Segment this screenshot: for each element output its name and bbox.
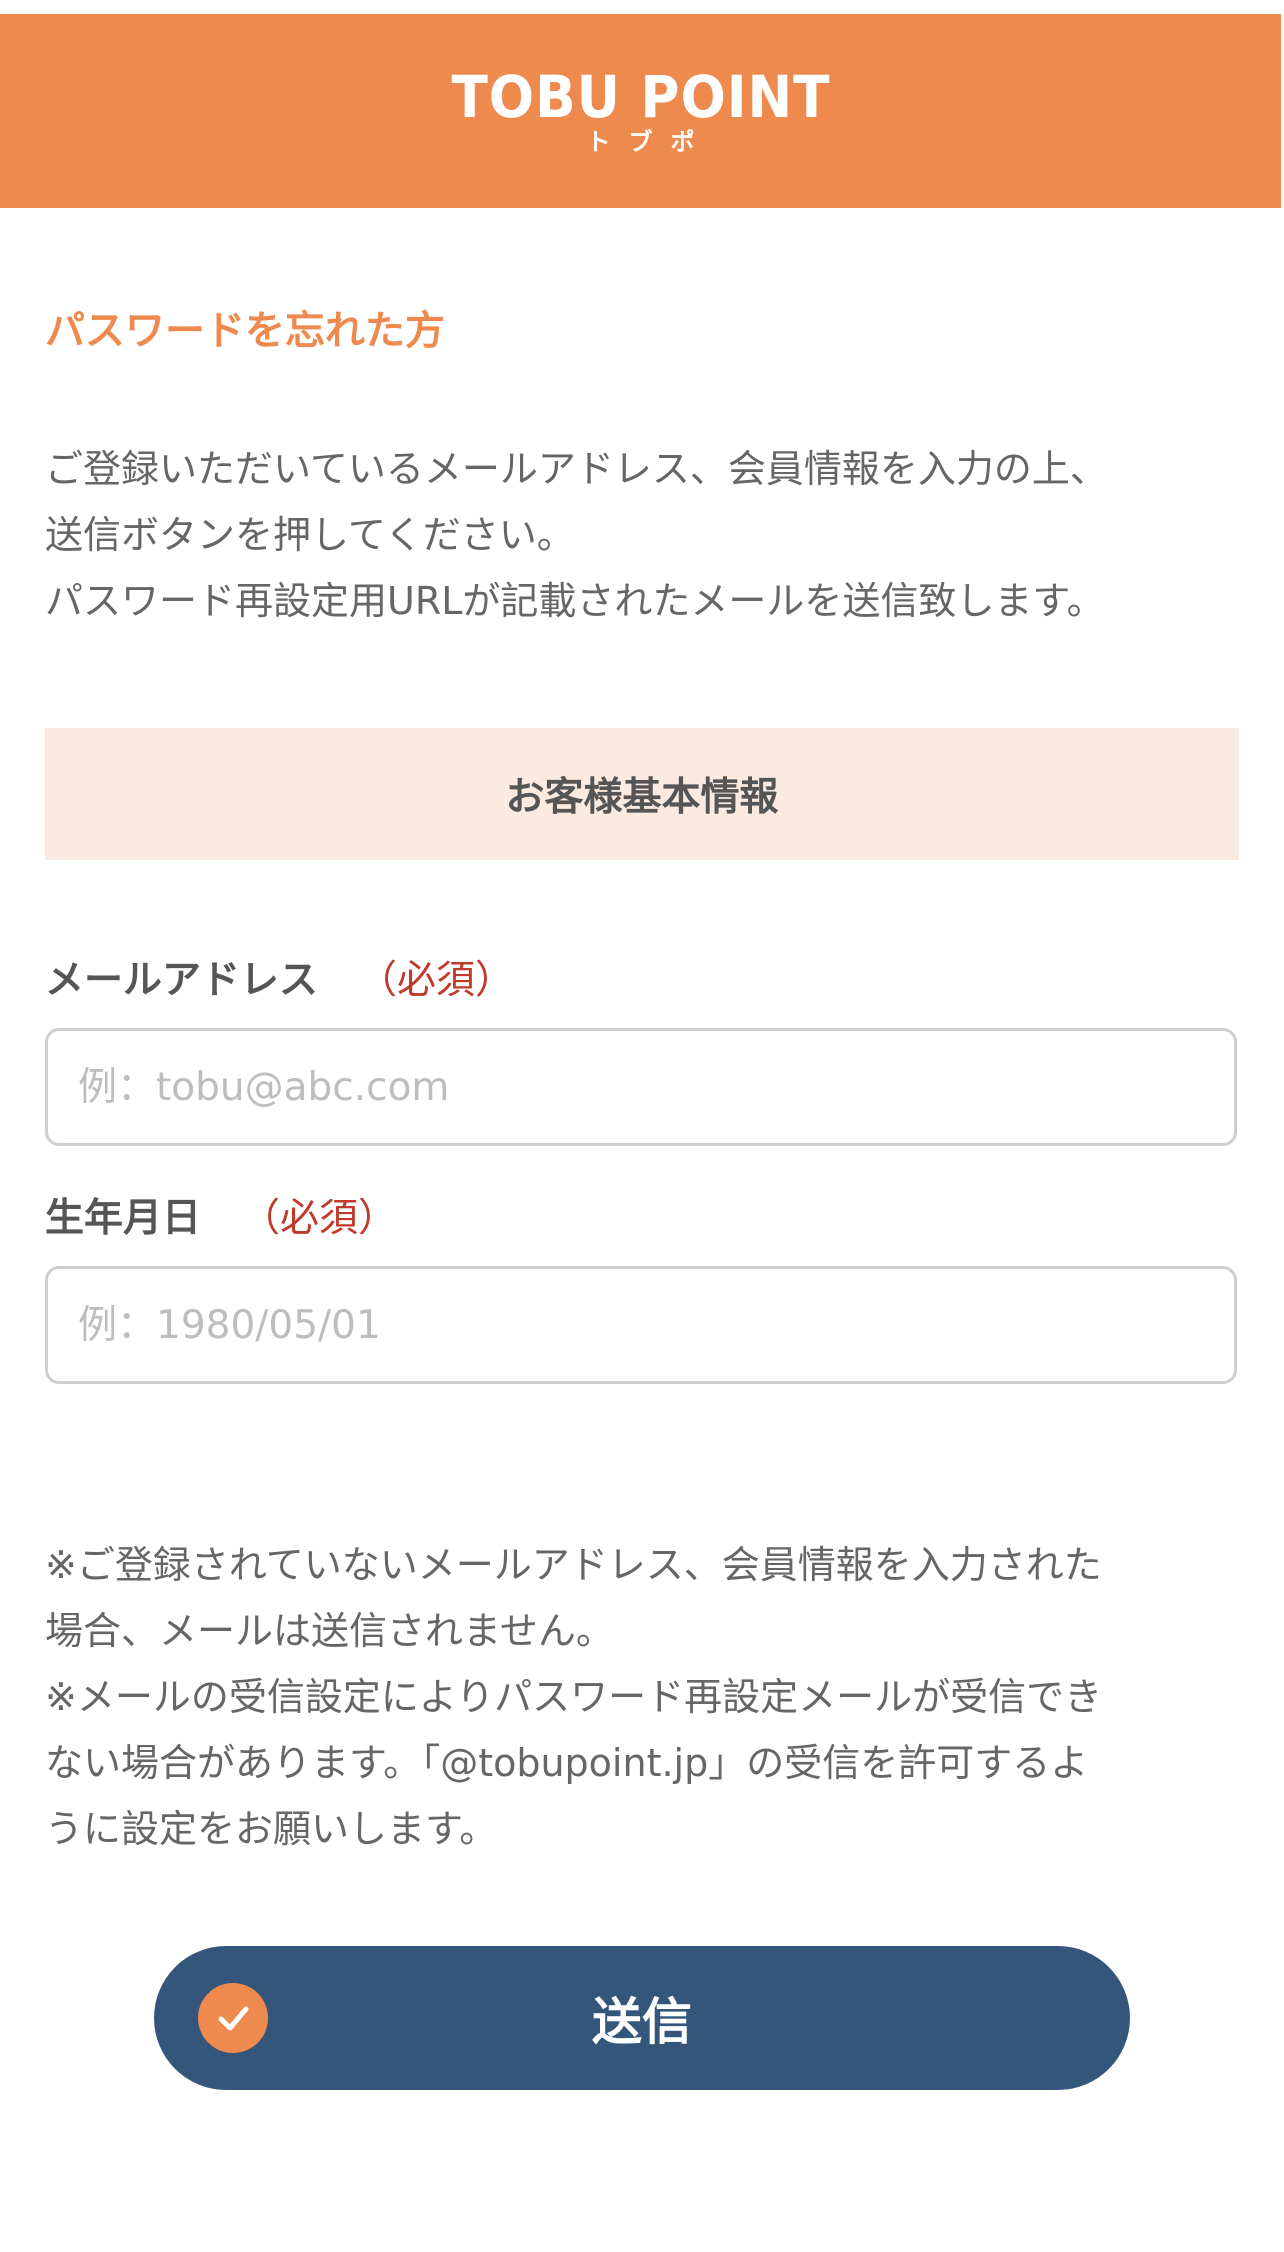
birthdate-label: 生年月日 （必須） (45, 1194, 1239, 1244)
email-input[interactable] (45, 1028, 1237, 1146)
note-line: 場合、メールは送信されません。 (45, 1609, 614, 1653)
tobu-point-logo[interactable]: TOBU POINT トブポ (435, 68, 847, 154)
note-line: ※ご登録されていないメールアドレス、会員情報を入力された (45, 1543, 1102, 1587)
note-line: ない場合があります。「@tobupoint.jp」の受信を許可するよ (45, 1741, 1089, 1785)
intro-line: パスワード再設定用URLが記載されたメールを送信致します。 (45, 579, 1105, 623)
top-gap (0, 0, 1284, 14)
submit-button[interactable]: 送信 (154, 1946, 1130, 2090)
app-header: TOBU POINT トブポ (0, 14, 1281, 208)
page-title: パスワードを忘れた方 (45, 308, 445, 354)
email-label: メールアドレス （必須） (45, 956, 1239, 1006)
section-header: お客様基本情報 (45, 728, 1239, 860)
submit-wrap: 送信 (45, 1946, 1239, 2090)
required-badge: （必須） (241, 1196, 398, 1241)
note-line: うに設定をお願いします。 (45, 1807, 498, 1851)
main-content: パスワードを忘れた方 ご登録いただいているメールアドレス、会員情報を入力の上、 … (0, 306, 1284, 2090)
intro-line: ご登録いただいているメールアドレス、会員情報を入力の上、 (45, 447, 1108, 491)
notes-text: ※ご登録されていないメールアドレス、会員情報を入力された 場合、メールは送信され… (45, 1532, 1239, 1862)
birthdate-input[interactable] (45, 1266, 1237, 1384)
required-badge: （必須） (358, 958, 515, 1003)
check-icon (198, 1983, 268, 2053)
intro-text: ご登録いただいているメールアドレス、会員情報を入力の上、 送信ボタンを押してくだ… (45, 436, 1239, 634)
submit-label: 送信 (592, 1993, 692, 2051)
logo-main-text: TOBU POINT (451, 63, 830, 131)
birthdate-label-text: 生年月日 (45, 1196, 202, 1241)
logo-sub-text: トブポ (586, 128, 713, 156)
intro-line: 送信ボタンを押してください。 (45, 513, 575, 557)
email-label-text: メールアドレス (45, 958, 319, 1003)
note-line: ※メールの受信設定によりパスワード再設定メールが受信でき (45, 1675, 1103, 1719)
